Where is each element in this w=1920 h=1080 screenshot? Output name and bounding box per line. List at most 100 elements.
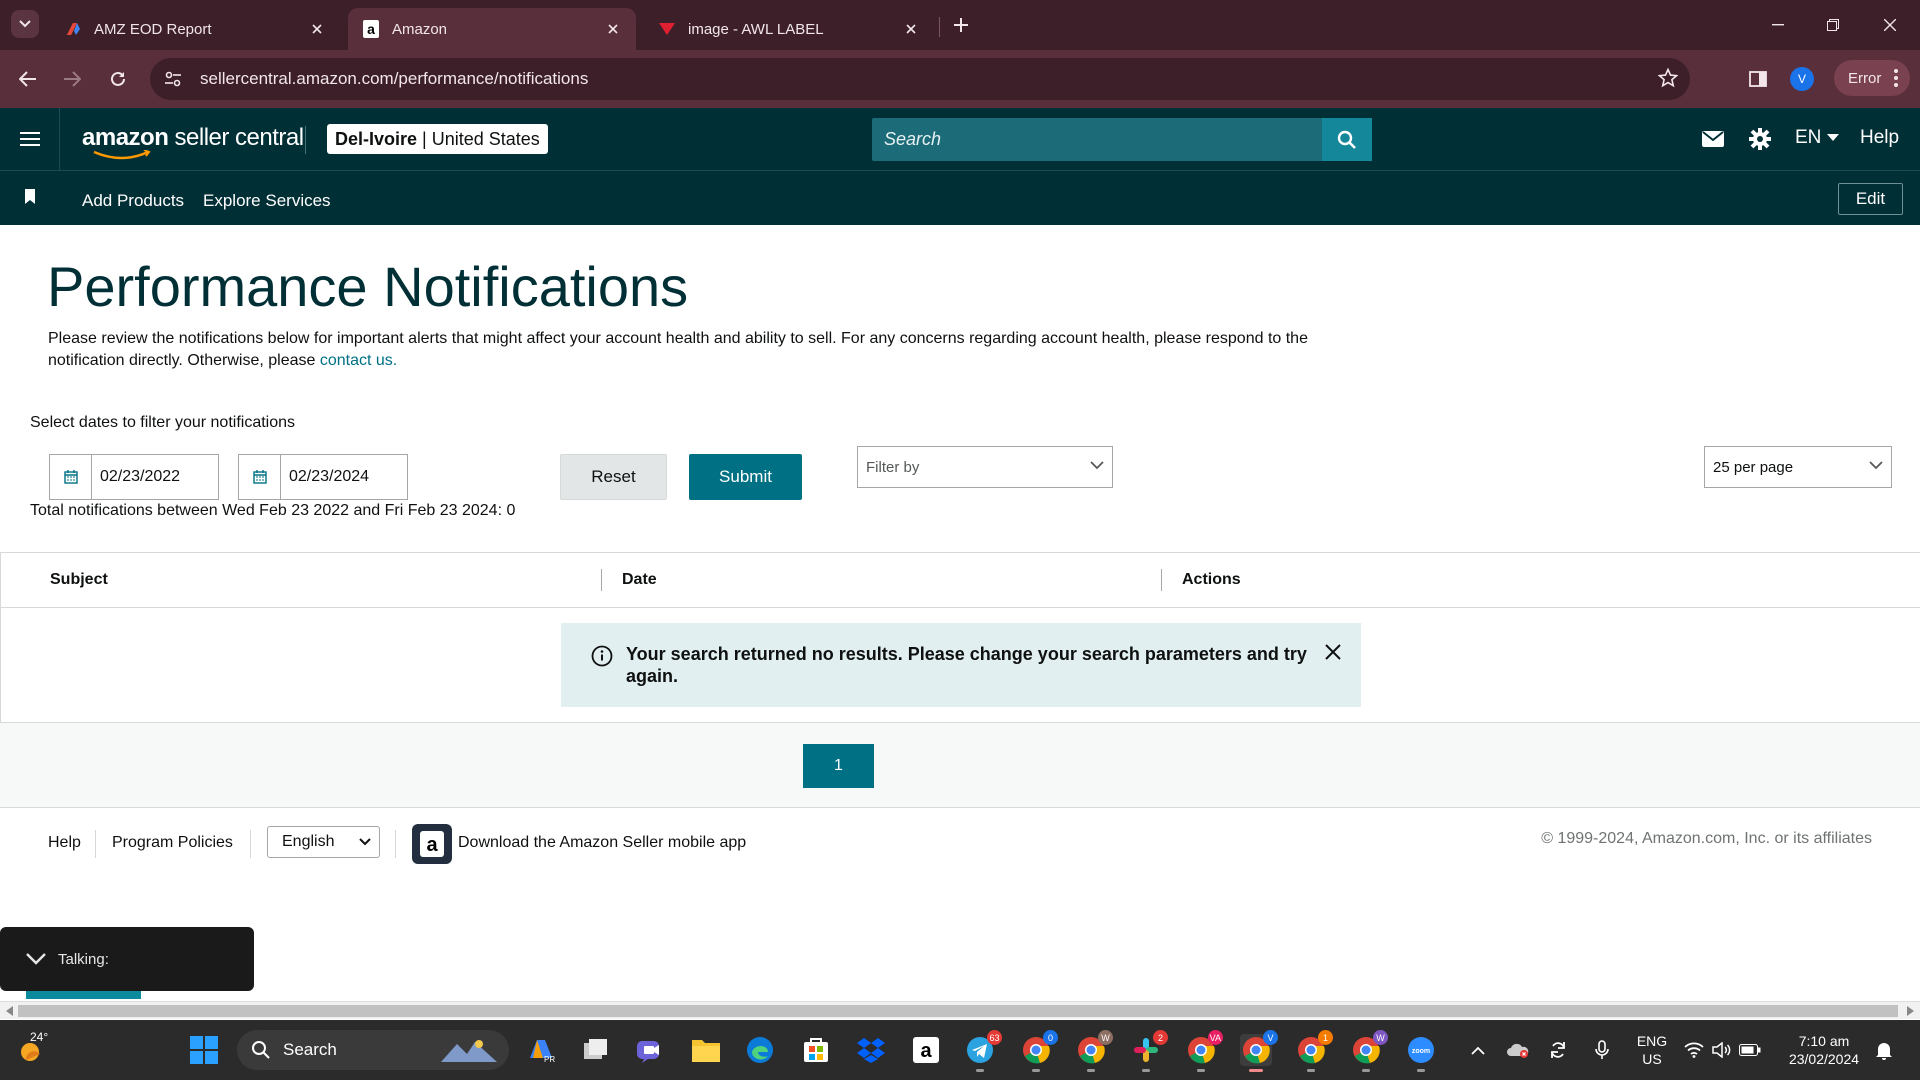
- site-info-icon[interactable]: [156, 62, 190, 96]
- program-policies-link[interactable]: Program Policies: [112, 834, 233, 852]
- wifi-icon[interactable]: [1682, 1034, 1706, 1066]
- chrome-icon[interactable]: 1: [1295, 1030, 1333, 1072]
- battery-icon[interactable]: [1738, 1034, 1762, 1066]
- filter-by-dropdown[interactable]: Filter by: [857, 446, 1113, 488]
- error-label: Error: [1848, 69, 1882, 87]
- clock-date: 23/02/2024: [1788, 1051, 1860, 1067]
- running-indicator: [1087, 1069, 1095, 1072]
- seller-central-logo[interactable]: amazon seller central: [82, 124, 304, 160]
- bookmark-icon[interactable]: [24, 189, 36, 205]
- store-switcher[interactable]: Del-Ivoire | United States: [327, 124, 548, 154]
- sync-icon[interactable]: [1546, 1034, 1570, 1066]
- header-help-link[interactable]: Help: [1860, 127, 1899, 149]
- onedrive-error-icon[interactable]: [1506, 1034, 1530, 1066]
- reset-button[interactable]: Reset: [560, 454, 667, 500]
- back-button[interactable]: [14, 65, 42, 93]
- seller-central-header: amazon seller central Del-Ivoire | United …: [0, 108, 1920, 170]
- close-icon[interactable]: [308, 20, 326, 38]
- chrome-icon[interactable]: W: [1350, 1030, 1388, 1072]
- notification-bell-icon[interactable]: [1872, 1034, 1896, 1066]
- profile-badge: V: [1263, 1030, 1278, 1045]
- forward-button[interactable]: [58, 65, 86, 93]
- microphone-icon[interactable]: [1590, 1034, 1614, 1066]
- page-button[interactable]: 1: [803, 744, 874, 788]
- talking-widget[interactable]: Talking:: [0, 927, 254, 991]
- tab-awl-label[interactable]: image - AWL LABEL: [644, 8, 934, 50]
- weather-widget[interactable]: 24°: [12, 1030, 52, 1066]
- running-indicator: [1307, 1069, 1315, 1072]
- per-page-dropdown[interactable]: 25 per page: [1704, 446, 1892, 488]
- submit-button[interactable]: Submit: [689, 454, 802, 500]
- settings-gear-icon[interactable]: [1747, 127, 1773, 151]
- tab-amz-eod-report[interactable]: AMZ EOD Report: [50, 8, 340, 50]
- column-date[interactable]: Date: [622, 571, 657, 589]
- contact-us-link[interactable]: contact us.: [320, 352, 397, 369]
- new-tab-button[interactable]: [948, 12, 974, 38]
- chrome-icon[interactable]: W: [1075, 1030, 1113, 1072]
- column-actions[interactable]: Actions: [1182, 571, 1241, 589]
- clock[interactable]: 7:10 am 23/02/2024: [1776, 1032, 1872, 1068]
- mail-icon[interactable]: [1700, 127, 1726, 151]
- nav-explore-services[interactable]: Explore Services: [203, 191, 331, 211]
- zoom-icon[interactable]: zoom: [1405, 1034, 1437, 1072]
- close-window-button[interactable]: [1876, 12, 1904, 38]
- telegram-icon[interactable]: 63: [964, 1030, 1002, 1072]
- horizontal-scrollbar[interactable]: [0, 1001, 1920, 1019]
- calendar-icon[interactable]: [50, 455, 92, 499]
- search-input[interactable]: [872, 118, 1322, 161]
- download-app-link[interactable]: Download the Amazon Seller mobile app: [458, 834, 746, 852]
- input-language[interactable]: ENG US: [1630, 1032, 1674, 1068]
- plus-icon: [954, 18, 968, 32]
- tab-amazon[interactable]: a Amazon: [348, 8, 636, 50]
- amazon-app-taskbar-icon[interactable]: a: [910, 1034, 942, 1066]
- clock-time: 7:10 am: [1798, 1033, 1850, 1049]
- menu-button[interactable]: [0, 108, 60, 170]
- minimize-button[interactable]: [1764, 12, 1792, 38]
- close-icon[interactable]: [604, 20, 622, 38]
- bookmark-star-icon[interactable]: [1658, 68, 1678, 88]
- side-panel-button[interactable]: [1744, 65, 1772, 93]
- calendar-icon[interactable]: [239, 455, 281, 499]
- bookmarks-bar: Add Products Explore Services Edit: [0, 170, 1920, 225]
- scrollbar-thumb[interactable]: [18, 1005, 1898, 1017]
- chrome-icon-active[interactable]: V: [1240, 1030, 1278, 1072]
- close-icon[interactable]: [1325, 644, 1341, 660]
- reload-button[interactable]: [104, 65, 132, 93]
- column-subject[interactable]: Subject: [50, 571, 108, 589]
- taskbar-search[interactable]: Search: [237, 1030, 509, 1070]
- address-bar[interactable]: sellercentral.amazon.com/performance/not…: [150, 58, 1690, 100]
- close-icon[interactable]: [902, 20, 920, 38]
- awl-icon: [658, 20, 676, 38]
- arrow-left-icon: [19, 71, 36, 87]
- show-hidden-icons-chevron-up-icon[interactable]: [1466, 1034, 1490, 1066]
- task-view-icon[interactable]: [580, 1034, 612, 1066]
- windows-start-icon[interactable]: [188, 1034, 220, 1066]
- error-menu-button[interactable]: Error: [1834, 60, 1910, 96]
- microsoft-store-icon[interactable]: [800, 1034, 832, 1066]
- taskbar-search-label: Search: [283, 1040, 337, 1059]
- caret-down-icon: [1827, 134, 1840, 141]
- end-date-input[interactable]: [281, 455, 401, 499]
- footer-language-select[interactable]: English: [267, 826, 380, 858]
- profile-avatar[interactable]: V: [1790, 67, 1814, 91]
- start-date-input[interactable]: [92, 455, 212, 499]
- volume-icon[interactable]: [1710, 1034, 1734, 1066]
- hamburger-icon: [19, 132, 40, 146]
- restore-button[interactable]: [1819, 12, 1847, 38]
- search-button[interactable]: [1322, 118, 1372, 161]
- dropbox-icon[interactable]: [855, 1034, 887, 1066]
- footer-help-link[interactable]: Help: [48, 834, 81, 852]
- language-selector[interactable]: EN: [1795, 127, 1840, 149]
- chrome-icon[interactable]: 0: [1020, 1030, 1058, 1072]
- edge-icon[interactable]: [744, 1034, 776, 1066]
- chrome-icon[interactable]: VA: [1185, 1030, 1223, 1072]
- amazon-app-icon[interactable]: a: [412, 824, 452, 864]
- copilot-icon[interactable]: PRE: [525, 1034, 557, 1066]
- tab-search-button[interactable]: [11, 10, 39, 38]
- edit-bookmarks-button[interactable]: Edit: [1838, 183, 1903, 215]
- nav-add-products[interactable]: Add Products: [82, 191, 184, 211]
- slack-icon[interactable]: 2: [1130, 1030, 1168, 1072]
- file-explorer-icon[interactable]: [690, 1034, 722, 1066]
- teams-icon[interactable]: [634, 1034, 666, 1066]
- description-text: Please review the notifications below fo…: [48, 330, 1308, 369]
